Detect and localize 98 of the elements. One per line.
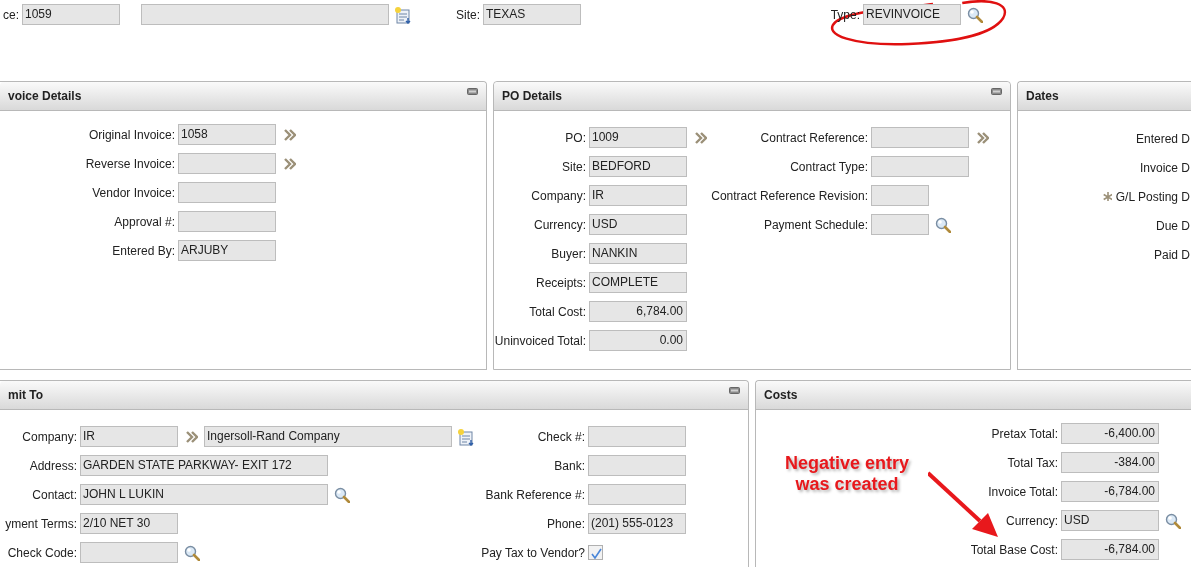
search-icon[interactable] <box>334 486 350 503</box>
chevron-icon[interactable] <box>284 156 296 171</box>
search-icon[interactable] <box>967 6 983 23</box>
input-field[interactable]: 2/10 NET 30 <box>80 513 178 534</box>
field-label: Company: <box>531 187 586 205</box>
input-field[interactable]: USD <box>589 214 687 235</box>
input-field[interactable]: IR <box>80 426 178 447</box>
field-label: Phone: <box>546 515 585 533</box>
field-label: Entered By: <box>112 242 175 260</box>
field-label: Entered D <box>1135 130 1190 148</box>
annotation-text: Negative entry was created <box>783 453 911 495</box>
field-label: Currency: <box>1006 512 1058 530</box>
input-field[interactable] <box>80 542 178 563</box>
field-label: yment Terms: <box>5 515 77 533</box>
field-label: Contract Reference Revision: <box>711 187 868 205</box>
input-field[interactable] <box>141 4 389 25</box>
field-label: Bank: <box>554 457 585 475</box>
input-field[interactable]: 1059 <box>22 4 120 25</box>
field-label: Bank Reference #: <box>485 486 585 504</box>
field-label: Address: <box>29 457 77 475</box>
input-field[interactable]: 0.00 <box>589 330 687 351</box>
input-field[interactable] <box>871 156 969 177</box>
field-label: PO: <box>565 129 586 147</box>
input-field[interactable] <box>871 214 929 235</box>
chevron-icon[interactable] <box>977 130 989 145</box>
field-label: Check Code: <box>7 544 77 562</box>
input-field[interactable]: -6,784.00 <box>1061 481 1159 502</box>
panel-title: voice Details <box>8 88 82 105</box>
field-label: Site: <box>456 6 480 24</box>
collapse-icon[interactable] <box>991 87 1002 95</box>
search-icon[interactable] <box>935 216 951 233</box>
field-label: Total Cost: <box>529 303 586 321</box>
input-field[interactable]: (201) 555-0123 <box>588 513 686 534</box>
checkbox[interactable] <box>588 545 603 560</box>
collapse-icon[interactable] <box>467 87 478 95</box>
input-field[interactable]: 1009 <box>589 127 687 148</box>
field-label: Company: <box>22 428 77 446</box>
input-field[interactable]: 1058 <box>178 124 276 145</box>
field-label: Total Base Cost: <box>970 541 1058 559</box>
field-label: Payment Schedule: <box>763 216 868 234</box>
input-field[interactable]: TEXAS <box>483 4 581 25</box>
input-field[interactable] <box>588 426 686 447</box>
field-label: Pay Tax to Vendor? <box>481 544 585 562</box>
field-label: Receipts: <box>535 274 586 292</box>
field-label: Contact: <box>32 486 77 504</box>
field-label: Reverse Invoice: <box>85 155 175 173</box>
input-field[interactable]: REVINVOICE <box>863 4 961 25</box>
field-label: Buyer: <box>551 245 586 263</box>
input-field[interactable] <box>871 185 929 206</box>
field-label: Pretax Total: <box>991 425 1058 443</box>
input-field[interactable]: 6,784.00 <box>589 301 687 322</box>
field-label: Uninvoiced Total: <box>494 332 586 350</box>
field-label: G/L Posting D <box>1115 188 1190 206</box>
field-label: Invoice D <box>1139 159 1190 177</box>
panel-title: Dates <box>1026 88 1059 105</box>
new-note-icon[interactable] <box>457 427 475 446</box>
field-label: Contract Type: <box>790 158 868 176</box>
chevron-icon[interactable] <box>284 127 296 142</box>
search-icon[interactable] <box>184 544 200 561</box>
panel-title: mit To <box>8 387 44 404</box>
field-label: ce: <box>3 6 19 24</box>
input-field[interactable] <box>588 455 686 476</box>
panel-title: PO Details <box>502 88 563 105</box>
input-field[interactable] <box>178 153 276 174</box>
field-label: Total Tax: <box>1007 454 1058 472</box>
field-label: Invoice Total: <box>988 483 1058 501</box>
field-label: Vendor Invoice: <box>92 184 175 202</box>
input-field[interactable]: GARDEN STATE PARKWAY- EXIT 172 <box>80 455 328 476</box>
check-icon <box>589 546 602 559</box>
chevron-icon[interactable] <box>186 429 198 444</box>
input-field[interactable]: -384.00 <box>1061 452 1159 473</box>
new-note-icon[interactable] <box>394 5 412 24</box>
input-field[interactable]: NANKIN <box>589 243 687 264</box>
input-field[interactable] <box>871 127 969 148</box>
search-icon[interactable] <box>1165 512 1181 529</box>
field-label: Approval #: <box>114 213 175 231</box>
field-label: Currency: <box>534 216 586 234</box>
field-label: Due D <box>1156 217 1190 235</box>
field-label: Check #: <box>537 428 585 446</box>
panel-title: Costs <box>764 387 798 404</box>
input-field[interactable]: IR <box>589 185 687 206</box>
field-label: Original Invoice: <box>88 126 175 144</box>
input-field[interactable] <box>178 182 276 203</box>
input-field[interactable] <box>178 211 276 232</box>
input-field[interactable]: USD <box>1061 510 1159 531</box>
chevron-icon[interactable] <box>695 130 707 145</box>
field-label: Contract Reference: <box>760 129 868 147</box>
input-field[interactable]: Ingersoll-Rand Company <box>204 426 452 447</box>
field-label: Paid D <box>1153 246 1190 264</box>
input-field[interactable]: COMPLETE <box>589 272 687 293</box>
collapse-icon[interactable] <box>729 386 740 394</box>
input-field[interactable]: ARJUBY <box>178 240 276 261</box>
input-field[interactable]: -6,400.00 <box>1061 423 1159 444</box>
field-label: Site: <box>562 158 586 176</box>
input-field[interactable]: JOHN L LUKIN <box>80 484 328 505</box>
input-field[interactable]: BEDFORD <box>589 156 687 177</box>
input-field[interactable]: -6,784.00 <box>1061 539 1159 560</box>
input-field[interactable] <box>588 484 686 505</box>
